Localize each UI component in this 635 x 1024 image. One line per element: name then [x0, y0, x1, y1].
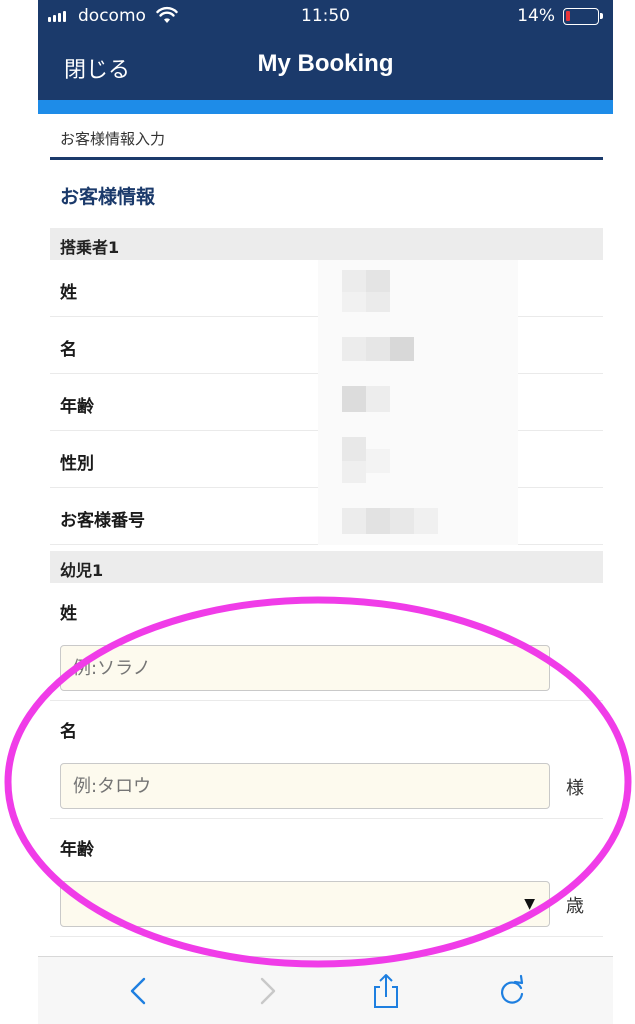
field-label: 姓: [60, 604, 77, 624]
section-title: お客様情報: [60, 186, 156, 208]
passenger-first-name-row: 名: [50, 317, 603, 374]
field-label: 姓: [60, 283, 77, 303]
infant-age-select[interactable]: ▼: [60, 881, 550, 927]
battery-level: [566, 11, 570, 21]
infant-first-name-block: 名 様: [50, 701, 603, 819]
app-window: docomo 11:50 14% 閉じる My Booking お客様情報入力 …: [38, 0, 613, 1024]
honorific-suffix: 様: [566, 778, 584, 799]
age-unit-suffix: 歳: [566, 896, 584, 917]
reload-icon[interactable]: [494, 973, 530, 1009]
page-title: My Booking: [257, 50, 394, 77]
infant-age-block: 年齢 ▼ 歳: [50, 819, 603, 937]
back-icon[interactable]: [122, 973, 158, 1009]
status-bar: docomo 11:50 14%: [38, 0, 613, 32]
battery-percentage: 14%: [517, 6, 555, 26]
infant-first-name-input[interactable]: [60, 763, 550, 809]
booking-form: お客様情報入力 お客様情報 搭乗者1 姓 名 年齢 性別 お客様番号 幼児1 姓…: [50, 114, 603, 937]
redacted-value: [318, 488, 518, 545]
infant-last-name-block: 姓: [50, 583, 603, 701]
accent-bar: [38, 100, 613, 114]
passenger-age-row: 年齢: [50, 374, 603, 431]
navigation-bar: 閉じる My Booking: [38, 32, 613, 100]
share-icon[interactable]: [368, 973, 404, 1009]
redacted-value: [318, 317, 518, 374]
passenger-group-header: 搭乗者1: [50, 228, 603, 260]
redacted-value: [318, 260, 518, 317]
passenger-customer-number-row: お客様番号: [50, 488, 603, 545]
field-label: 年齢: [60, 840, 94, 860]
field-label: 名: [60, 340, 77, 360]
infant-last-name-input[interactable]: [60, 645, 550, 691]
redacted-value: [318, 431, 518, 488]
infant-group-header: 幼児1: [50, 551, 603, 583]
passenger-gender-row: 性別: [50, 431, 603, 488]
page-margin-right: [613, 0, 635, 1024]
forward-icon[interactable]: [248, 973, 284, 1009]
field-label: お客様番号: [60, 511, 145, 531]
field-label: 性別: [60, 454, 94, 474]
battery-icon: [563, 8, 603, 25]
dropdown-arrow-icon: ▼: [524, 896, 535, 912]
step-label: お客様情報入力: [50, 114, 603, 160]
field-label: 名: [60, 722, 77, 742]
browser-toolbar: [38, 956, 613, 1024]
redacted-value: [318, 374, 518, 431]
field-label: 年齢: [60, 397, 94, 417]
page-margin-left: [0, 0, 38, 1024]
passenger-last-name-row: 姓: [50, 260, 603, 317]
